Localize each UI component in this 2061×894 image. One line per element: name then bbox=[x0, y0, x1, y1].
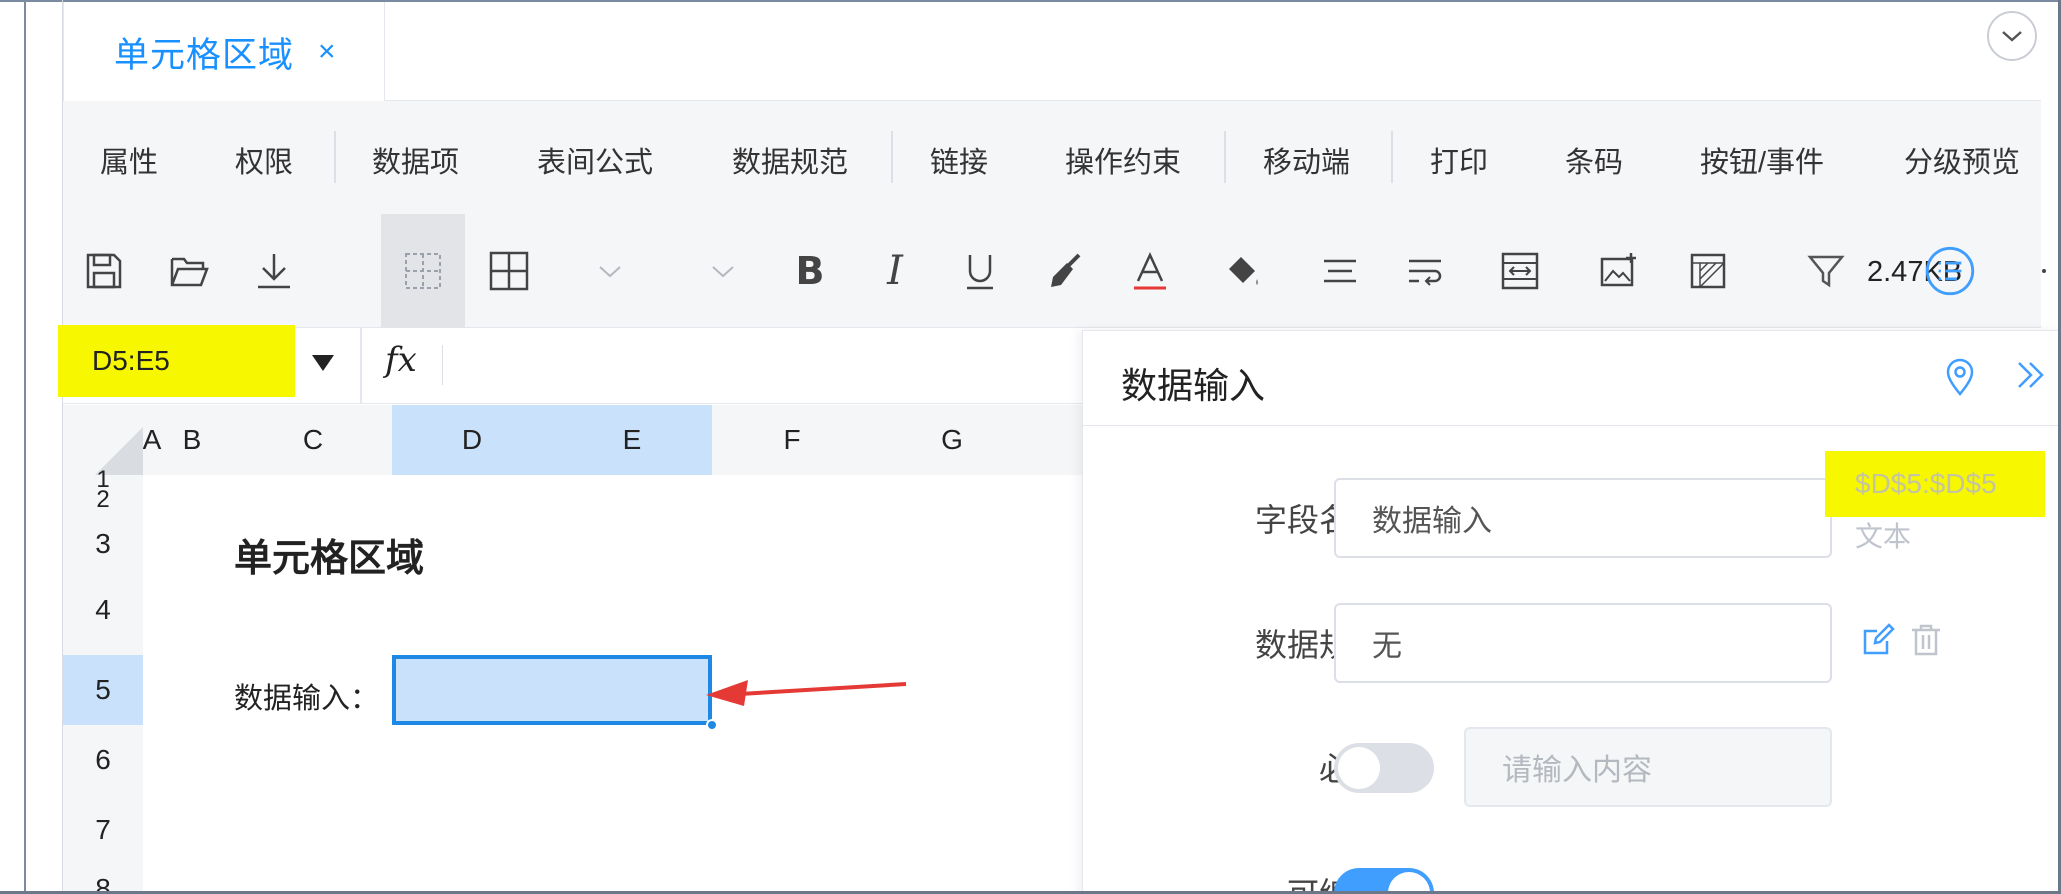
edit-icon[interactable] bbox=[1861, 623, 1895, 657]
italic-icon[interactable]: I bbox=[868, 244, 922, 298]
row-header-5[interactable]: 5 bbox=[63, 655, 143, 725]
column-header-e[interactable]: E bbox=[552, 405, 712, 475]
underline-icon[interactable] bbox=[953, 244, 1007, 298]
row-header-4[interactable]: 4 bbox=[63, 575, 143, 645]
wrap-text-icon[interactable] bbox=[1398, 244, 1452, 298]
menu-separator bbox=[1224, 131, 1226, 183]
delete-icon[interactable] bbox=[1909, 623, 1943, 657]
menu-bar: 属性 权限 数据项 表间公式 数据规范 链接 操作约束 移动端 打印 条码 按钮… bbox=[63, 101, 2041, 214]
data-spec-value: 无 bbox=[1372, 630, 1402, 663]
column-header-f[interactable]: F bbox=[712, 405, 872, 475]
field-name-input[interactable]: 数据输入 bbox=[1334, 478, 1832, 558]
required-message-input[interactable]: 请输入内容 bbox=[1464, 727, 1832, 807]
location-icon[interactable] bbox=[1943, 357, 1977, 397]
font-color-icon[interactable] bbox=[1123, 244, 1177, 298]
format-painter-icon[interactable] bbox=[1038, 244, 1092, 298]
font-family-dropdown-icon[interactable] bbox=[583, 244, 637, 298]
merge-cells-icon[interactable] bbox=[396, 244, 450, 298]
menu-item-buttons-events[interactable]: 按钮/事件 bbox=[1700, 139, 1824, 181]
insert-image-icon[interactable] bbox=[1592, 244, 1646, 298]
menu-item-permissions[interactable]: 权限 bbox=[235, 139, 293, 181]
menu-item-constraints[interactable]: 操作约束 bbox=[1065, 139, 1181, 181]
window-frame-left bbox=[24, 0, 26, 894]
panel-title: 数据输入 bbox=[1121, 365, 1266, 406]
field-name-value: 数据输入 bbox=[1372, 505, 1492, 538]
cell-address-value: $D$5:$D$5 bbox=[1855, 468, 1997, 499]
menu-item-properties[interactable]: 属性 bbox=[100, 139, 158, 181]
fx-icon[interactable]: fx bbox=[385, 340, 417, 380]
more-icon[interactable] bbox=[2003, 244, 2057, 298]
data-spec-input[interactable]: 无 bbox=[1334, 603, 1832, 683]
sheet-title-cell[interactable]: 单元格区域 bbox=[234, 527, 424, 582]
required-message-placeholder: 请输入内容 bbox=[1502, 754, 1652, 787]
align-icon[interactable] bbox=[1313, 244, 1367, 298]
column-width-icon[interactable] bbox=[1493, 244, 1547, 298]
font-size-dropdown-icon[interactable] bbox=[696, 244, 750, 298]
properties-panel: 数据输入 字段名称 数据输入 数据规范 无 必填 请输入内容 可编辑 bbox=[1082, 330, 2061, 894]
required-toggle[interactable] bbox=[1334, 743, 1434, 793]
row-header-7[interactable]: 7 bbox=[63, 795, 143, 865]
row-header-3[interactable]: 3 bbox=[63, 513, 143, 575]
field-type-label: 文本 bbox=[1855, 521, 1912, 552]
borders-icon[interactable] bbox=[482, 244, 536, 298]
cell-address-badge: $D$5:$D$5 bbox=[1825, 451, 2045, 517]
column-header-c[interactable]: C bbox=[233, 405, 393, 475]
column-header-g[interactable]: G bbox=[872, 405, 1032, 475]
column-header-b[interactable]: B bbox=[179, 405, 205, 475]
bold-icon[interactable]: B bbox=[783, 244, 837, 298]
fill-handle[interactable] bbox=[706, 719, 718, 731]
cell-reference-dropdown-icon[interactable] bbox=[312, 355, 334, 371]
field-label-cell[interactable]: 数据输入： bbox=[234, 675, 379, 717]
double-chevron-right-icon[interactable] bbox=[2015, 355, 2047, 395]
chevron-down-icon[interactable] bbox=[1987, 11, 2037, 61]
cell-reference-value: D5:E5 bbox=[92, 345, 170, 376]
tab-cell-range[interactable]: 单元格区域 × bbox=[63, 2, 385, 102]
list-settings-icon[interactable] bbox=[1923, 244, 1977, 298]
menu-separator bbox=[334, 131, 336, 183]
panel-header: 数据输入 bbox=[1083, 331, 2061, 426]
toolbar: B I 2.47KB bbox=[63, 214, 2046, 328]
save-icon[interactable] bbox=[77, 244, 131, 298]
menu-item-data-spec[interactable]: 数据规范 bbox=[732, 139, 848, 181]
download-icon[interactable] bbox=[247, 244, 301, 298]
menu-separator bbox=[1391, 131, 1393, 183]
menu-item-links[interactable]: 链接 bbox=[930, 139, 988, 181]
cell-border-style-icon[interactable] bbox=[1681, 244, 1735, 298]
open-folder-icon[interactable] bbox=[162, 244, 216, 298]
menu-item-print[interactable]: 打印 bbox=[1430, 139, 1488, 181]
annotation-arrow bbox=[706, 680, 907, 706]
cell-reference-box[interactable]: D5:E5 bbox=[58, 325, 295, 397]
tab-close-icon[interactable]: × bbox=[318, 35, 336, 69]
select-all-corner[interactable] bbox=[63, 405, 143, 475]
column-headers: A B C D E F G bbox=[63, 405, 1083, 475]
toggle-knob bbox=[1338, 747, 1380, 789]
menu-item-data-items[interactable]: 数据项 bbox=[372, 139, 459, 181]
tab-label: 单元格区域 bbox=[114, 35, 295, 75]
menu-item-level-preview[interactable]: 分级预览 bbox=[1904, 139, 2020, 181]
menu-item-barcode[interactable]: 条码 bbox=[1565, 139, 1623, 181]
formula-bar-divider bbox=[360, 328, 362, 404]
row-headers: 1 2 3 4 5 6 7 8 bbox=[63, 466, 143, 894]
menu-item-mobile[interactable]: 移动端 bbox=[1263, 139, 1350, 181]
tab-bar: 单元格区域 × bbox=[63, 2, 2041, 102]
selected-cell-range[interactable] bbox=[392, 655, 712, 725]
filter-icon[interactable] bbox=[1799, 244, 1853, 298]
fill-color-icon[interactable] bbox=[1216, 244, 1270, 298]
formula-bar-divider bbox=[442, 345, 443, 385]
menu-item-table-formula[interactable]: 表间公式 bbox=[537, 139, 653, 181]
row-header-6[interactable]: 6 bbox=[63, 725, 143, 795]
menu-separator bbox=[891, 131, 893, 183]
row-header-2[interactable]: 2 bbox=[63, 486, 143, 513]
column-header-d[interactable]: D bbox=[392, 405, 552, 475]
